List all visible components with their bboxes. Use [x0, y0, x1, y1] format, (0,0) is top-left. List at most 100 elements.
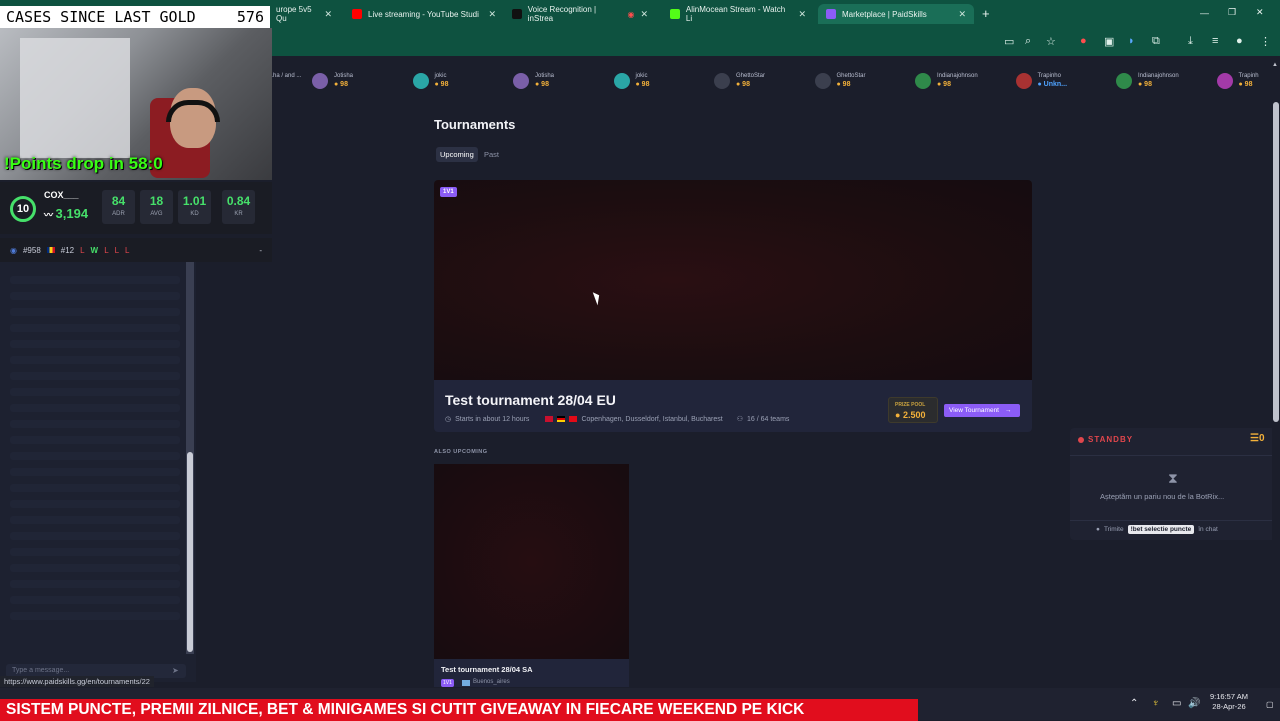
close-icon[interactable]: ✕: [488, 9, 496, 20]
profile-avatar-icon[interactable]: ●: [1236, 35, 1243, 47]
maximize-icon[interactable]: ❐: [1228, 7, 1236, 18]
prize-value: ● 2.500: [895, 410, 925, 420]
send-icon[interactable]: ➤: [172, 666, 179, 675]
player-avatar: [613, 72, 630, 89]
usb-icon[interactable]: ♆: [1152, 698, 1160, 709]
player-chip[interactable]: Jotisha ● 98: [312, 72, 353, 89]
player-name: jokic: [635, 73, 648, 79]
faceit-elo: 〰 3,194: [44, 206, 88, 221]
player-chip[interactable]: Trapinh ● 98: [1216, 72, 1259, 89]
player-avatar: [814, 72, 831, 89]
chat-message: [10, 372, 180, 380]
player-score: ● 98: [334, 81, 348, 88]
page-scrollbar[interactable]: [1272, 62, 1280, 688]
new-tab-button[interactable]: +: [982, 6, 990, 21]
system-clock[interactable]: 9:16:57 AM 28-Apr-26: [1210, 692, 1248, 712]
coin-stack-icon: ☰: [1250, 433, 1259, 444]
flag-germany-icon: [557, 416, 566, 422]
player-chip[interactable]: Trapinho ● Unkn...: [1015, 72, 1068, 89]
extension-icon[interactable]: ▣: [1104, 35, 1114, 48]
tab-2[interactable]: Live streaming - YouTube Studi ✕: [344, 4, 504, 24]
result-loss: L: [104, 245, 115, 255]
player-score: ● 98: [535, 81, 549, 88]
player-score: ● 98: [635, 81, 650, 88]
tab-4[interactable]: AlinMocean Stream - Watch Li ✕: [662, 4, 814, 24]
points-drop-timer: !Points drop in 58:0: [4, 154, 163, 173]
elo-value: 3,194: [55, 206, 89, 221]
player-chip[interactable]: Jotisha ● 98: [513, 72, 554, 89]
player-strip: ...ha / and ... Jotisha ● 98 jokic ● 98 Jotis…: [268, 62, 1272, 102]
clock-date: 28-Apr-26: [1212, 702, 1246, 711]
close-icon[interactable]: ✕: [640, 9, 648, 20]
prize-label: PRIZE POOL: [895, 402, 926, 408]
chat-message: [10, 580, 180, 588]
player-chip[interactable]: jokic ● 98: [613, 72, 650, 89]
player-chip[interactable]: GhettoStar ● 98: [714, 72, 765, 89]
clock-icon: ◷: [445, 416, 452, 423]
info-icon: ●: [1096, 526, 1100, 533]
close-icon[interactable]: ✕: [958, 9, 966, 20]
notification-icon[interactable]: ▢: [1266, 700, 1274, 709]
close-icon[interactable]: ✕: [798, 9, 806, 20]
menu-icon[interactable]: ⋮: [1260, 35, 1271, 48]
extension-icon[interactable]: ●: [1080, 35, 1087, 47]
cases-counter: CASES SINCE LAST GOLD 576: [0, 6, 270, 28]
tournament-name[interactable]: Test tournament 28/04 EU: [445, 392, 616, 408]
player-chip[interactable]: Indianajohnson ● 98: [915, 72, 978, 89]
bookmark-star-icon[interactable]: ☆: [1046, 35, 1056, 48]
chat-message: [10, 564, 180, 572]
chat-message: [10, 500, 180, 508]
player-avatar: [915, 72, 931, 89]
chat-message: [10, 452, 180, 460]
player-chip[interactable]: Indianajohnson ● 98: [1116, 72, 1179, 89]
stat-label: KD: [190, 211, 199, 217]
tab-3[interactable]: Voice Recognition | inStrea ◉ ✕: [504, 4, 656, 24]
footer-suffix: în chat: [1198, 526, 1218, 533]
display-icon[interactable]: ▭: [1172, 698, 1181, 709]
scroll-up-icon[interactable]: ▲: [1272, 62, 1278, 68]
player-name: Indianajohnson: [937, 73, 978, 79]
stat-kd: 1.01 KD: [178, 190, 211, 224]
result-win: W: [90, 245, 105, 255]
scrollbar-thumb[interactable]: [1273, 102, 1279, 422]
chat-message: [10, 276, 180, 284]
paidskills-icon: [826, 9, 836, 19]
chat-message: [10, 292, 180, 300]
tab-upcoming[interactable]: Upcoming: [436, 147, 478, 162]
featured-tournament-banner[interactable]: [434, 180, 1032, 380]
view-tournament-button[interactable]: View Tournament →: [944, 404, 1020, 417]
locations: Copenhagen, Dusseldorf, Istanbul, Buchar…: [581, 415, 723, 423]
player-name: jokic: [434, 73, 447, 79]
player-chip[interactable]: GhettoStar ● 98: [814, 72, 866, 89]
botrix-coins: ☰0: [1250, 433, 1265, 444]
stat-label: AVG: [150, 211, 163, 217]
minimize-icon[interactable]: —: [1200, 8, 1209, 18]
tab-5-active[interactable]: Marketplace | PaidSkills ✕: [818, 4, 974, 24]
player-score: ● Unkn...: [1037, 81, 1068, 88]
faceit-username: COX___: [44, 190, 79, 200]
player-score: ● 98: [1238, 81, 1253, 88]
list-icon[interactable]: ≡: [1212, 35, 1218, 47]
cast-icon[interactable]: ▭: [1004, 35, 1014, 48]
player-score: ● 98: [1138, 81, 1152, 88]
volume-icon[interactable]: 🔊: [1188, 698, 1200, 709]
page-title: Tournaments: [434, 117, 516, 132]
extension-icon[interactable]: ◗: [1128, 35, 1135, 47]
tab-1[interactable]: urope 5v5 Qu ✕: [268, 4, 340, 24]
download-icon[interactable]: ⤓: [1188, 35, 1193, 48]
scrollbar-thumb[interactable]: [187, 452, 193, 652]
chevron-up-icon[interactable]: ⌃: [1130, 698, 1138, 709]
stat-value: 18: [149, 194, 164, 208]
close-icon[interactable]: ✕: [324, 9, 332, 20]
zoom-icon[interactable]: ⌕: [1025, 35, 1031, 48]
extensions-puzzle-icon[interactable]: ⧉: [1152, 35, 1160, 48]
player-chip[interactable]: jokic ● 98: [412, 72, 448, 89]
tab-past[interactable]: Past: [484, 147, 499, 162]
coin-count: 0: [1258, 433, 1265, 444]
player-chip[interactable]: ...ha / and ...: [268, 72, 301, 80]
tournament-card-banner[interactable]: [434, 464, 629, 659]
close-window-icon[interactable]: ✕: [1256, 7, 1264, 18]
dash-icon: -: [259, 245, 262, 255]
tournament-card-name[interactable]: Test tournament 28/04 SA: [441, 665, 533, 674]
chat-scrollbar[interactable]: [186, 262, 194, 654]
